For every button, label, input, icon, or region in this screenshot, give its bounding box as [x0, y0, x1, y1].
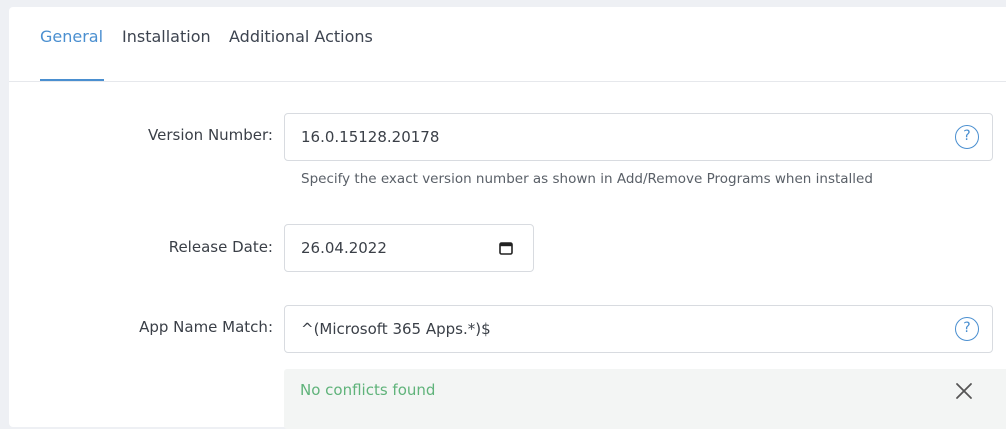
- app-name-match-value: ^(Microsoft 365 Apps.*)$: [301, 320, 491, 338]
- version-number-hint: Specify the exact version number as show…: [301, 171, 873, 187]
- close-icon[interactable]: [954, 381, 974, 401]
- question-circle-icon[interactable]: ?: [955, 317, 979, 341]
- tab-additional-actions[interactable]: Additional Actions: [229, 7, 373, 81]
- app-name-match-input[interactable]: ^(Microsoft 365 Apps.*)$ ?: [284, 305, 993, 353]
- tab-general-label: General: [40, 27, 104, 46]
- release-date-input[interactable]: 26.04.2022: [284, 224, 534, 272]
- app-version-form-card: General Installation Additional Actions …: [9, 7, 1006, 429]
- version-number-input[interactable]: 16.0.15128.20178 ?: [284, 113, 993, 161]
- tab-general[interactable]: General: [40, 7, 104, 81]
- app-name-match-label: App Name Match:: [139, 318, 273, 336]
- conflicts-alert: No conflicts found: [284, 369, 1006, 429]
- question-circle-icon[interactable]: ?: [955, 125, 979, 149]
- tab-installation[interactable]: Installation: [122, 7, 211, 81]
- version-number-label: Version Number:: [148, 126, 273, 144]
- calendar-icon[interactable]: [499, 241, 513, 255]
- tab-installation-label: Installation: [122, 27, 211, 46]
- tab-additional-actions-label: Additional Actions: [229, 27, 373, 46]
- release-date-value: 26.04.2022: [301, 239, 387, 257]
- release-date-label: Release Date:: [168, 238, 273, 256]
- tab-bar: General Installation Additional Actions: [9, 7, 1006, 82]
- conflicts-message: No conflicts found: [300, 381, 436, 399]
- version-number-value: 16.0.15128.20178: [301, 128, 440, 146]
